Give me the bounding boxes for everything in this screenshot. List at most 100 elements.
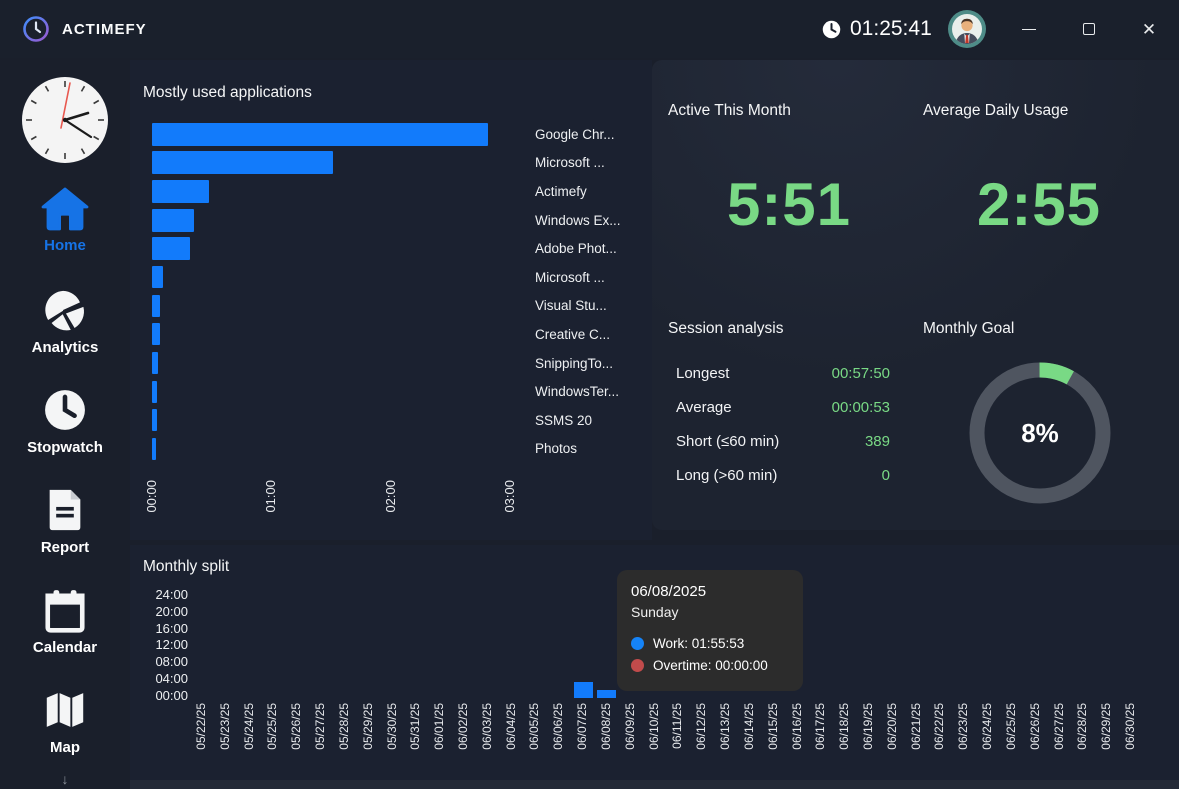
mostly-used-apps-panel: Mostly used applications Google Chr...Mi… — [130, 60, 652, 540]
monthly-date-label: 05/25/25 — [265, 703, 279, 750]
app-bar-track — [143, 438, 535, 460]
sidebar-item-label: Report — [41, 539, 89, 556]
active-month-header: Active This Month — [668, 102, 791, 120]
maximize-icon — [1083, 23, 1095, 35]
calendar-icon — [42, 587, 88, 633]
app-usage-bar[interactable] — [152, 409, 157, 431]
goal-percent-label: 8% — [964, 357, 1116, 509]
app-usage-row: Google Chr... — [143, 120, 652, 149]
app-usage-bar[interactable] — [152, 180, 209, 203]
sidebar-item-analytics[interactable]: Analytics — [0, 277, 130, 377]
app-bar-track — [143, 352, 535, 374]
app-bar-track — [143, 323, 535, 345]
app-name-label: Microsoft ... — [535, 270, 605, 285]
user-avatar[interactable] — [948, 10, 986, 48]
x-axis-tick-label: 02:00 — [383, 480, 398, 513]
x-axis-tick-label: 01:00 — [263, 480, 278, 513]
monthly-y-tick-label: 04:00 — [136, 671, 188, 686]
app-bar-track — [143, 409, 535, 431]
sidebar-item-map[interactable]: Map — [0, 677, 130, 777]
tooltip-date: 06/08/2025 — [631, 583, 789, 600]
app-usage-row: Visual Stu... — [143, 292, 652, 321]
app-name-label: Photos — [535, 441, 577, 456]
app-name-label: Actimefy — [535, 184, 587, 199]
monthly-date-label: 05/22/25 — [194, 703, 208, 750]
monthly-work-bar[interactable] — [574, 682, 593, 698]
app-usage-row: Microsoft ... — [143, 149, 652, 178]
monthly-date-label: 06/18/25 — [837, 703, 851, 750]
session-label: Short (≤60 min) — [676, 433, 779, 450]
monthly-date-label: 06/15/25 — [766, 703, 780, 750]
app-usage-bar[interactable] — [152, 151, 333, 174]
monthly-date-label: 05/26/25 — [289, 703, 303, 750]
sidebar-item-stopwatch[interactable]: Stopwatch — [0, 377, 130, 477]
sidebar-scroll-down-icon[interactable]: ↓ — [62, 771, 69, 787]
app-usage-bar[interactable] — [152, 266, 163, 288]
app-logo-clock-icon — [22, 15, 50, 43]
app-brand: ACTIMEFY — [22, 0, 147, 58]
stats-panel: Active This Month Average Daily Usage 5:… — [652, 60, 1179, 530]
session-label: Average — [676, 399, 732, 416]
avg-daily-value: 2:55 — [914, 170, 1164, 239]
app-name-label: SSMS 20 — [535, 413, 592, 428]
session-analysis-header: Session analysis — [668, 320, 783, 338]
app-bar-track — [143, 381, 535, 403]
title-bar: ACTIMEFY 01:25:41 — [0, 0, 1179, 58]
session-label: Long (>60 min) — [676, 467, 777, 484]
report-document-icon — [43, 487, 87, 533]
x-axis-tick-label: 00:00 — [144, 480, 159, 513]
app-usage-bar[interactable] — [152, 123, 488, 146]
app-name-label: Google Chr... — [535, 127, 615, 142]
x-axis-tick-label: 03:00 — [502, 480, 517, 513]
active-month-value: 5:51 — [664, 170, 914, 239]
monthly-date-label: 06/29/25 — [1099, 703, 1113, 750]
sidebar-item-report[interactable]: Report — [0, 477, 130, 577]
monthly-date-label: 06/08/25 — [599, 703, 613, 750]
app-usage-bar[interactable] — [152, 237, 190, 260]
app-bar-track — [143, 180, 535, 203]
monthly-date-label: 06/14/25 — [742, 703, 756, 750]
app-usage-bar[interactable] — [152, 381, 157, 403]
monthly-date-label: 06/02/25 — [456, 703, 470, 750]
session-row-longest: Longest 00:57:50 — [676, 356, 890, 390]
app-bar-track — [143, 295, 535, 317]
current-session-time: 01:25:41 — [850, 17, 932, 41]
app-title: ACTIMEFY — [62, 21, 147, 38]
app-bar-track — [143, 209, 535, 232]
sidebar-item-label: Stopwatch — [27, 439, 103, 456]
sidebar-nav: Home Analytics Stopwatch — [0, 177, 130, 777]
app-name-label: Visual Stu... — [535, 298, 607, 313]
app-bar-track — [143, 266, 535, 288]
app-usage-bar[interactable] — [152, 323, 160, 345]
monthly-date-label: 06/26/25 — [1028, 703, 1042, 750]
overtime-series-dot-icon — [631, 659, 644, 672]
monthly-date-label: 05/29/25 — [361, 703, 375, 750]
avg-daily-header: Average Daily Usage — [923, 102, 1068, 120]
minimize-button[interactable] — [1009, 0, 1049, 58]
app-usage-bar[interactable] — [152, 438, 156, 460]
sidebar-item-home[interactable]: Home — [0, 177, 130, 277]
app-usage-row: Photos — [143, 435, 652, 464]
monthly-work-bar[interactable] — [597, 690, 616, 698]
monthly-date-label: 06/07/25 — [575, 703, 589, 750]
app-usage-bar[interactable] — [152, 209, 194, 232]
tooltip-work-row: Work: 01:55:53 — [631, 636, 789, 651]
maximize-button[interactable] — [1069, 0, 1109, 58]
sidebar-item-label: Analytics — [32, 339, 99, 356]
monthly-date-label: 06/06/25 — [551, 703, 565, 750]
monthly-date-label: 06/23/25 — [956, 703, 970, 750]
monthly-date-label: 05/27/25 — [313, 703, 327, 750]
monthly-date-label: 06/04/25 — [504, 703, 518, 750]
app-usage-bar[interactable] — [152, 295, 160, 317]
close-icon: ✕ — [1142, 21, 1156, 38]
titlebar-timer: 01:25:41 — [822, 0, 932, 58]
app-usage-bar[interactable] — [152, 352, 158, 374]
close-button[interactable]: ✕ — [1129, 0, 1169, 58]
session-value: 00:00:53 — [732, 399, 890, 416]
session-value: 0 — [777, 467, 890, 484]
monthly-date-label: 06/27/25 — [1052, 703, 1066, 750]
app-name-label: WindowsTer... — [535, 384, 619, 399]
tooltip-day: Sunday — [631, 604, 789, 620]
sidebar-item-calendar[interactable]: Calendar — [0, 577, 130, 677]
monthly-date-label: 05/28/25 — [337, 703, 351, 750]
